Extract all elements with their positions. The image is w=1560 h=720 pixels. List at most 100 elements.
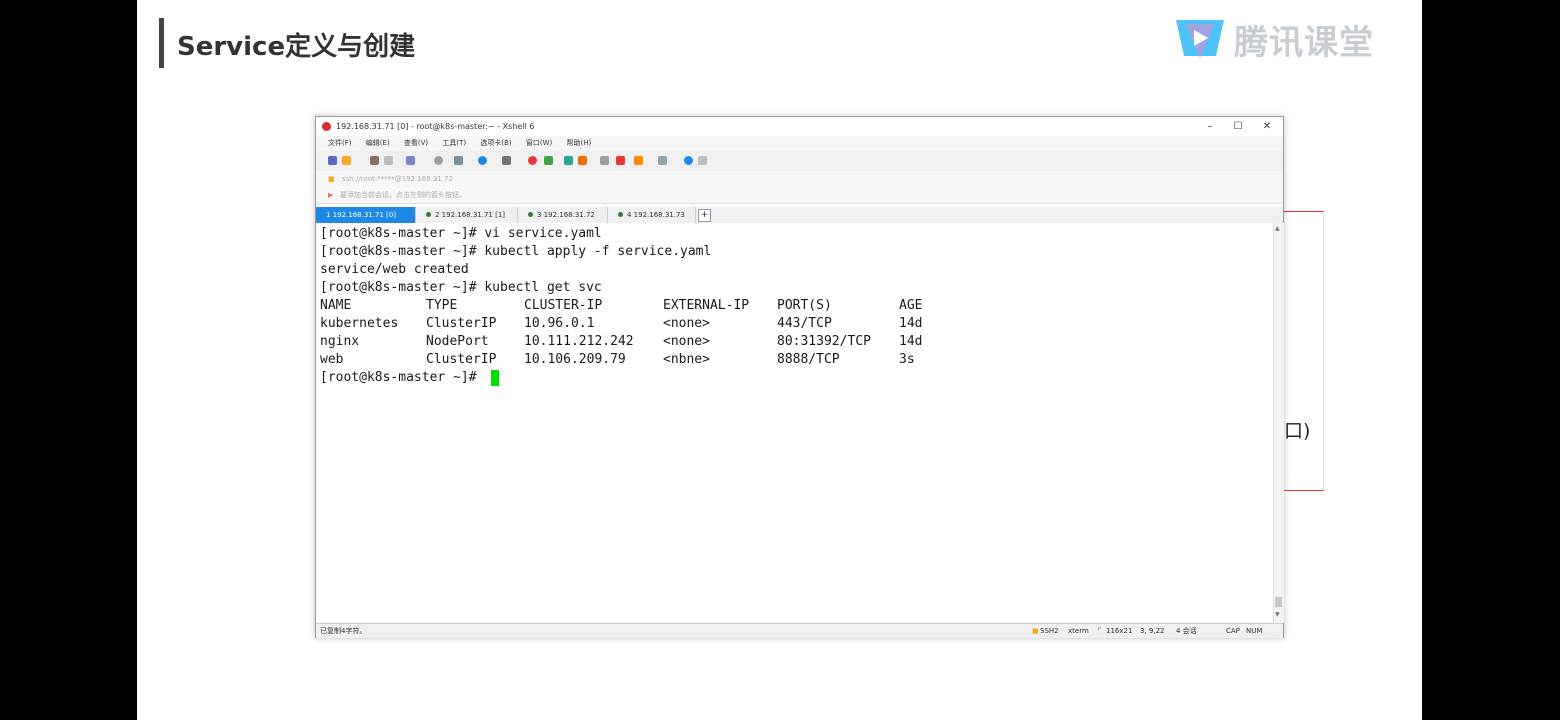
table-header: TYPE — [426, 298, 458, 313]
status-terminal-type: xterm — [1068, 627, 1089, 635]
xftp-icon[interactable] — [528, 156, 537, 165]
play-logo-icon — [1176, 20, 1224, 58]
window-title: 192.168.31.71 [0] - root@k8s-master:~ - … — [336, 122, 535, 131]
fullscreen-icon[interactable] — [454, 156, 463, 165]
table-cell: <nbne> — [663, 352, 710, 367]
table-cell: 8888/TCP — [777, 352, 840, 367]
table-header: CLUSTER-IP — [524, 298, 603, 313]
xshell-app-icon — [322, 122, 331, 131]
tab-session-2[interactable]: 2 192.168.31.71 [1] — [416, 207, 518, 223]
table-header: EXTERNAL-IP — [663, 298, 750, 313]
brand-text: 腾讯课堂 — [1234, 22, 1374, 63]
lock-icon[interactable] — [578, 156, 587, 165]
table-cell: 14d — [899, 316, 923, 331]
globe-icon[interactable] — [478, 156, 487, 165]
table-cell: ClusterIP — [426, 316, 497, 331]
table-cell: 10.106.209.79 — [524, 352, 626, 367]
terminal-line: [root@k8s-master ~]# vi service.yaml — [320, 226, 602, 241]
xshell-window: 192.168.31.71 [0] - root@k8s-master:~ - … — [315, 116, 1284, 638]
lock-small-icon: ■ — [328, 175, 335, 183]
add-tab-button[interactable]: + — [698, 209, 711, 222]
font-icon[interactable] — [502, 156, 511, 165]
table-cell: <none> — [663, 316, 710, 331]
address-text: ssh://root:*****@192.168.31.72 — [342, 175, 453, 183]
layout-icon[interactable] — [658, 156, 667, 165]
compose-icon[interactable] — [634, 156, 643, 165]
status-cursor-position: 3, 9,22 — [1140, 627, 1165, 635]
table-cell: 14d — [899, 334, 923, 349]
scroll-thumb[interactable] — [1275, 597, 1282, 607]
table-cell: 443/TCP — [777, 316, 832, 331]
maximize-button[interactable]: ☐ — [1228, 117, 1248, 136]
copy-icon[interactable] — [370, 156, 379, 165]
menu-bar: 文件(F) 编辑(E) 查看(V) 工具(T) 选项卡(B) 窗口(W) 帮助(… — [316, 136, 1283, 151]
status-caps: CAP — [1226, 627, 1240, 635]
chat-icon[interactable] — [698, 156, 707, 165]
close-button[interactable]: ✕ — [1257, 117, 1277, 136]
terminal-line: service/web created — [320, 262, 469, 277]
table-cell: 10.111.212.242 — [524, 334, 634, 349]
table-cell: <none> — [663, 334, 710, 349]
status-num: NUM — [1246, 627, 1263, 635]
terminal-line: [root@k8s-master ~]# kubectl get svc — [320, 280, 602, 295]
menu-view[interactable]: 查看(V) — [404, 139, 428, 147]
minimize-button[interactable]: – — [1200, 117, 1220, 136]
connected-dot-icon — [426, 212, 431, 217]
status-message: 已复制4字符。 — [320, 627, 367, 635]
terminal-prompt: [root@k8s-master ~]# — [320, 370, 485, 385]
table-cell: 10.96.0.1 — [524, 316, 595, 331]
terminal-output[interactable]: [root@k8s-master ~]# vi service.yaml [ro… — [316, 223, 1273, 623]
expand-icon[interactable] — [564, 156, 573, 165]
status-terminal-size: 116x21 — [1106, 627, 1133, 635]
terminal-line: [root@k8s-master ~]# kubectl apply -f se… — [320, 244, 712, 259]
help-icon[interactable] — [684, 156, 693, 165]
tab-session-1[interactable]: 1 192.168.31.71 [0] — [316, 207, 416, 223]
table-header: NAME — [320, 298, 352, 313]
keyboard-icon[interactable] — [600, 156, 609, 165]
ssh-lock-icon: ■ — [1032, 627, 1039, 635]
highlight-icon[interactable] — [616, 156, 625, 165]
table-header: PORT(S) — [777, 298, 832, 313]
terminal-scrollbar[interactable]: ▲ ▼ — [1273, 223, 1284, 623]
window-titlebar[interactable]: 192.168.31.71 [0] - root@k8s-master:~ - … — [316, 117, 1283, 136]
tab-session-3[interactable]: 3 192.168.31.72 — [518, 207, 608, 223]
menu-file[interactable]: 文件(F) — [328, 139, 352, 147]
session-hint-bar: ▶ 要添加当前会话，点击左侧的箭头按钮。 — [316, 187, 1283, 204]
table-cell: nginx — [320, 334, 360, 349]
table-cell: 80:31392/TCP — [777, 334, 871, 349]
menu-tools[interactable]: 工具(T) — [442, 139, 466, 147]
background-slide-text: 口) — [1284, 420, 1311, 442]
toolbar — [316, 151, 1283, 172]
hint-text: 要添加当前会话，点击左侧的箭头按钮。 — [340, 191, 466, 199]
menu-edit[interactable]: 编辑(E) — [366, 139, 390, 147]
status-bar: 已复制4字符。 ■ SSH2 xterm ⌜ 116x21 3, 9,22 4 … — [316, 623, 1283, 638]
table-cell: NodePort — [426, 334, 489, 349]
tab-session-4[interactable]: 4 192.168.31.73 — [608, 207, 696, 223]
scroll-down-icon[interactable]: ▼ — [1275, 611, 1280, 618]
search-icon[interactable] — [434, 156, 443, 165]
session-tabs: 1 192.168.31.71 [0] 2 192.168.31.71 [1] … — [316, 207, 1283, 223]
script-icon[interactable] — [544, 156, 553, 165]
table-header: AGE — [899, 298, 923, 313]
table-cell: web — [320, 352, 344, 367]
connected-dot-icon — [618, 212, 623, 217]
slide-title: Service定义与创建 — [177, 32, 416, 62]
terminal-cursor — [491, 370, 499, 386]
table-cell: kubernetes — [320, 316, 399, 331]
connected-dot-icon — [528, 212, 533, 217]
status-protocol: SSH2 — [1040, 627, 1059, 635]
new-session-icon[interactable] — [328, 156, 337, 165]
open-folder-icon[interactable] — [342, 156, 351, 165]
address-bar[interactable]: ■ ssh://root:*****@192.168.31.72 — [316, 171, 1283, 188]
menu-window[interactable]: 窗口(W) — [526, 139, 552, 147]
table-cell: 3s — [899, 352, 915, 367]
scroll-up-icon[interactable]: ▲ — [1275, 225, 1280, 232]
bookmark-icon: ▶ — [328, 191, 334, 199]
properties-icon[interactable] — [406, 156, 415, 165]
terminal-size-icon: ⌜ — [1098, 627, 1102, 635]
menu-help[interactable]: 帮助(H) — [566, 139, 591, 147]
title-accent-bar — [159, 18, 164, 68]
menu-tabs[interactable]: 选项卡(B) — [480, 139, 511, 147]
paste-icon[interactable] — [384, 156, 393, 165]
brand-logo-group: 腾讯课堂 — [1170, 14, 1374, 64]
